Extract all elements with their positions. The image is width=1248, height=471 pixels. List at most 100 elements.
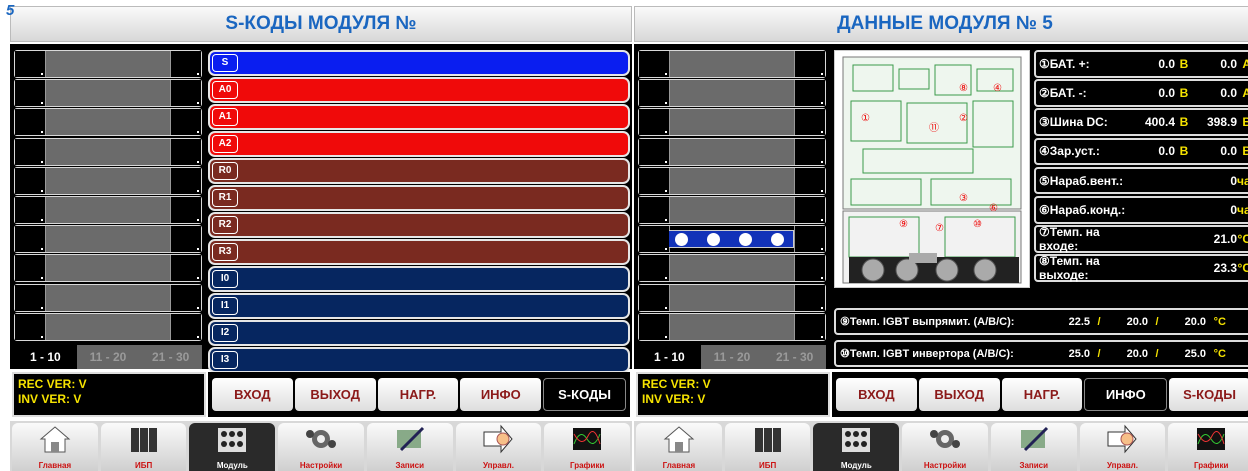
slot-left-block — [639, 313, 669, 340]
slot-body — [669, 138, 795, 165]
slot-right-block — [795, 284, 825, 311]
slot-right-block — [795, 138, 825, 165]
slot-body — [45, 313, 171, 340]
pager-1-10[interactable]: 1 - 10 — [638, 345, 701, 369]
module-slot[interactable] — [638, 312, 826, 341]
home-icon — [38, 424, 72, 461]
nav-label: Записи — [1019, 461, 1049, 470]
igbt-inverter-a: 25.0 — [1068, 347, 1090, 360]
module-slot[interactable] — [638, 195, 826, 224]
nav-control[interactable]: Управл. — [1079, 423, 1166, 471]
module-5-icon[interactable] — [664, 230, 794, 249]
nav-module[interactable]: Модуль — [813, 423, 900, 471]
nav-settings[interactable]: Настройки — [902, 423, 988, 471]
pager-11-20[interactable]: 11 - 20 — [700, 345, 764, 369]
module-rack — [14, 50, 202, 342]
module-slot[interactable] — [638, 50, 826, 78]
module-slot[interactable] — [14, 195, 202, 224]
code-tag: I3 — [212, 350, 238, 369]
code-row-r2: R2 — [208, 211, 630, 238]
igbt-inverter-label: ⑩Темп. IGBT инвертора (A/B/C): — [840, 348, 1014, 360]
module-slot[interactable] — [638, 137, 826, 166]
svg-text:⑩: ⑩ — [973, 219, 982, 230]
module-slot[interactable] — [14, 225, 202, 254]
nav-settings[interactable]: Настройки — [278, 423, 364, 471]
module-slot[interactable] — [14, 79, 202, 108]
nav-module[interactable]: Модуль — [189, 423, 276, 471]
module-slot[interactable] — [14, 108, 202, 137]
pager-11-20[interactable]: 11 - 20 — [76, 345, 140, 369]
pager-21-30[interactable]: 21 - 30 — [763, 345, 827, 369]
nav-home[interactable]: Главная — [12, 423, 98, 471]
slot-left-block — [639, 284, 669, 311]
module-slot[interactable] — [14, 312, 202, 341]
code-row-r0: R0 — [208, 157, 630, 184]
module-slot[interactable] — [638, 79, 826, 108]
slot-left-block — [15, 255, 45, 282]
nav-control[interactable]: Управл. — [455, 423, 542, 471]
code-tag: R2 — [212, 215, 238, 234]
slot-body — [45, 109, 171, 136]
module-slot[interactable] — [14, 50, 202, 78]
code-tag: I2 — [212, 323, 238, 342]
svg-text:⑥: ⑥ — [989, 203, 998, 214]
separator: / — [1155, 347, 1159, 360]
svg-text:①: ① — [861, 113, 870, 124]
value-2: 0.0 — [1220, 85, 1237, 100]
unit-1: В — [1179, 144, 1189, 159]
nav-graphs[interactable]: Графики — [544, 423, 631, 471]
data-row: ③Шина DC: 400.4 В 398.9 В — [1034, 108, 1248, 136]
data-row: ②БАТ. -: 0.0 В 0.0 А — [1034, 79, 1248, 107]
tab-input[interactable]: ВХОД — [212, 378, 293, 411]
module-slot[interactable] — [14, 166, 202, 195]
nav-home[interactable]: Главная — [636, 423, 722, 471]
module-slot[interactable] — [638, 283, 826, 312]
slot-right-block — [795, 255, 825, 282]
slot-left-block — [15, 138, 45, 165]
tab-output[interactable]: ВЫХОД — [294, 378, 376, 411]
tab-info[interactable]: ИНФО — [460, 378, 542, 411]
tab-load[interactable]: НАГР. — [1001, 378, 1083, 411]
tab-input[interactable]: ВХОД — [836, 378, 917, 411]
settings-icon — [304, 424, 338, 461]
tab-s-codes[interactable]: S-КОДЫ — [1169, 378, 1248, 411]
graphs-icon — [1194, 424, 1228, 461]
module-tabs-right: ВХОД ВЫХОД НАГР. ИНФО S-КОДЫ — [832, 372, 1248, 417]
tab-load[interactable]: НАГР. — [377, 378, 459, 411]
tab-s-codes[interactable]: S-КОДЫ — [543, 378, 626, 411]
ups-screen: 5 S-КОДЫ МОДУЛЯ № 1 - 10 11 - 20 21 - 30… — [0, 0, 1248, 471]
records-icon — [1017, 424, 1051, 461]
module-slot[interactable] — [14, 283, 202, 312]
unit-1: В — [1179, 56, 1189, 71]
value-2: 0 — [1230, 202, 1237, 217]
slot-left-block — [639, 226, 669, 253]
nav-records[interactable]: Записи — [990, 423, 1077, 471]
nav-records[interactable]: Записи — [366, 423, 453, 471]
tab-output[interactable]: ВЫХОД — [918, 378, 1000, 411]
module-icon — [215, 424, 249, 461]
module-slot[interactable] — [638, 166, 826, 195]
value-1: 0.0 — [1158, 85, 1175, 100]
tab-info[interactable]: ИНФО — [1084, 378, 1168, 411]
module-slot[interactable] — [638, 108, 826, 137]
data-row: ⑧Темп. на выходе: 23.3 °C — [1034, 254, 1248, 282]
code-tag: A2 — [212, 134, 238, 153]
nav-graphs[interactable]: Графики — [1168, 423, 1248, 471]
pager-21-30[interactable]: 21 - 30 — [139, 345, 203, 369]
control-icon — [481, 424, 515, 461]
module-slot[interactable]: 5 — [638, 225, 826, 254]
module-slot[interactable] — [14, 137, 202, 166]
slot-body — [45, 255, 171, 282]
pager-1-10[interactable]: 1 - 10 — [14, 345, 77, 369]
data-row: ④Зар.уст.: 0.0 В 0.0 В — [1034, 137, 1248, 166]
rec-version: REC VER: V — [18, 377, 87, 391]
nav-ups[interactable]: ИБП — [724, 423, 811, 471]
slot-right-block — [171, 138, 201, 165]
module-slot[interactable] — [638, 254, 826, 283]
module-slot[interactable] — [14, 254, 202, 283]
slot-body — [669, 313, 795, 340]
nav-label: ИБП — [758, 461, 777, 470]
nav-label: Управл. — [482, 461, 514, 470]
nav-ups[interactable]: ИБП — [100, 423, 187, 471]
unit-2: А — [1242, 85, 1248, 100]
